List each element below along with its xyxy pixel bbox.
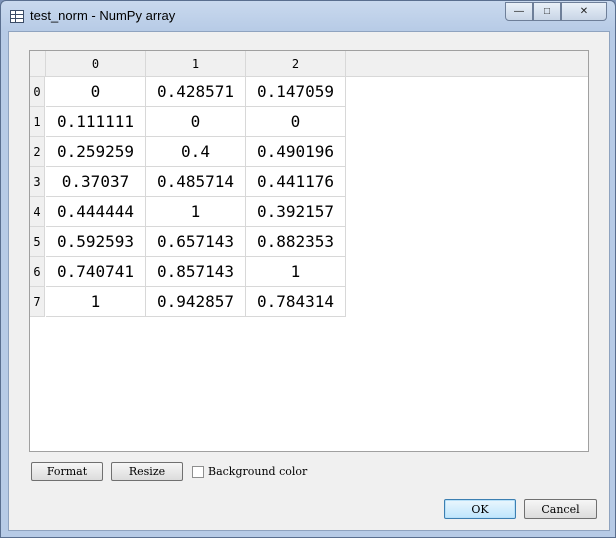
- format-button[interactable]: Format: [31, 462, 103, 481]
- table-cells: 0 0.428571 0.147059 0.111111 0 0 0.25925…: [46, 77, 346, 317]
- table-cell[interactable]: 0.592593: [46, 227, 146, 257]
- column-header-1[interactable]: 1: [146, 51, 246, 76]
- minimize-button[interactable]: —: [505, 2, 533, 21]
- row-header[interactable]: 4: [30, 197, 45, 227]
- table-cell[interactable]: 0.147059: [246, 77, 346, 107]
- table-cell[interactable]: 0: [146, 107, 246, 137]
- table-cell[interactable]: 0.657143: [146, 227, 246, 257]
- table-cell[interactable]: 0.485714: [146, 167, 246, 197]
- close-icon: ✕: [579, 6, 589, 17]
- table-cell[interactable]: 0.490196: [246, 137, 346, 167]
- maximize-icon: □: [543, 6, 551, 17]
- table-cell[interactable]: 0.942857: [146, 287, 246, 317]
- array-table[interactable]: 0 1 2 0 1 2 3 4 5 6 7 0 0.428571 0.14705…: [29, 50, 589, 452]
- table-row: 0.259259 0.4 0.490196: [46, 137, 346, 167]
- ok-button[interactable]: OK: [444, 499, 516, 519]
- background-color-checkbox[interactable]: [192, 465, 204, 478]
- table-cell[interactable]: 1: [46, 287, 146, 317]
- table-corner: [30, 51, 46, 77]
- table-cell[interactable]: 0: [246, 107, 346, 137]
- table-cell[interactable]: 0.857143: [146, 257, 246, 287]
- column-headers: 0 1 2: [46, 51, 588, 77]
- table-cell[interactable]: 0.882353: [246, 227, 346, 257]
- table-row: 0.111111 0 0: [46, 107, 346, 137]
- table-row: 0.37037 0.485714 0.441176: [46, 167, 346, 197]
- numpy-array-dialog: test_norm - NumPy array — □ ✕ 0 1 2 0 1 …: [0, 0, 616, 538]
- row-header[interactable]: 0: [30, 77, 45, 107]
- column-header-2[interactable]: 2: [246, 51, 346, 76]
- close-button[interactable]: ✕: [561, 2, 607, 21]
- row-header[interactable]: 1: [30, 107, 45, 137]
- row-headers: 0 1 2 3 4 5 6 7: [30, 77, 45, 317]
- format-toolbar: Format Resize Background color: [31, 461, 307, 482]
- table-cell[interactable]: 0.259259: [46, 137, 146, 167]
- table-icon: [10, 10, 24, 23]
- table-cell[interactable]: 1: [246, 257, 346, 287]
- table-cell[interactable]: 0.111111: [46, 107, 146, 137]
- background-color-label[interactable]: Background color: [208, 465, 307, 478]
- maximize-button[interactable]: □: [533, 2, 561, 21]
- table-row: 0.592593 0.657143 0.882353: [46, 227, 346, 257]
- dialog-body: 0 1 2 0 1 2 3 4 5 6 7 0 0.428571 0.14705…: [8, 31, 610, 531]
- row-header[interactable]: 7: [30, 287, 45, 317]
- row-header[interactable]: 6: [30, 257, 45, 287]
- minimize-icon: —: [514, 6, 524, 17]
- table-row: 0 0.428571 0.147059: [46, 77, 346, 107]
- table-cell[interactable]: 0.784314: [246, 287, 346, 317]
- row-header[interactable]: 3: [30, 167, 45, 197]
- table-cell[interactable]: 0.392157: [246, 197, 346, 227]
- window-controls: — □ ✕: [505, 2, 607, 21]
- title-bar[interactable]: test_norm - NumPy array — □ ✕: [1, 1, 615, 31]
- window-title: test_norm - NumPy array: [30, 8, 176, 23]
- table-cell[interactable]: 0.37037: [46, 167, 146, 197]
- table-cell[interactable]: 0.740741: [46, 257, 146, 287]
- resize-button[interactable]: Resize: [111, 462, 183, 481]
- table-row: 0.740741 0.857143 1: [46, 257, 346, 287]
- row-header[interactable]: 5: [30, 227, 45, 257]
- table-row: 0.444444 1 0.392157: [46, 197, 346, 227]
- table-cell[interactable]: 0.444444: [46, 197, 146, 227]
- table-cell[interactable]: 0.4: [146, 137, 246, 167]
- row-header[interactable]: 2: [30, 137, 45, 167]
- table-cell[interactable]: 0: [46, 77, 146, 107]
- table-row: 1 0.942857 0.784314: [46, 287, 346, 317]
- cancel-button[interactable]: Cancel: [524, 499, 597, 519]
- table-cell[interactable]: 1: [146, 197, 246, 227]
- table-cell[interactable]: 0.441176: [246, 167, 346, 197]
- column-header-0[interactable]: 0: [46, 51, 146, 76]
- table-cell[interactable]: 0.428571: [146, 77, 246, 107]
